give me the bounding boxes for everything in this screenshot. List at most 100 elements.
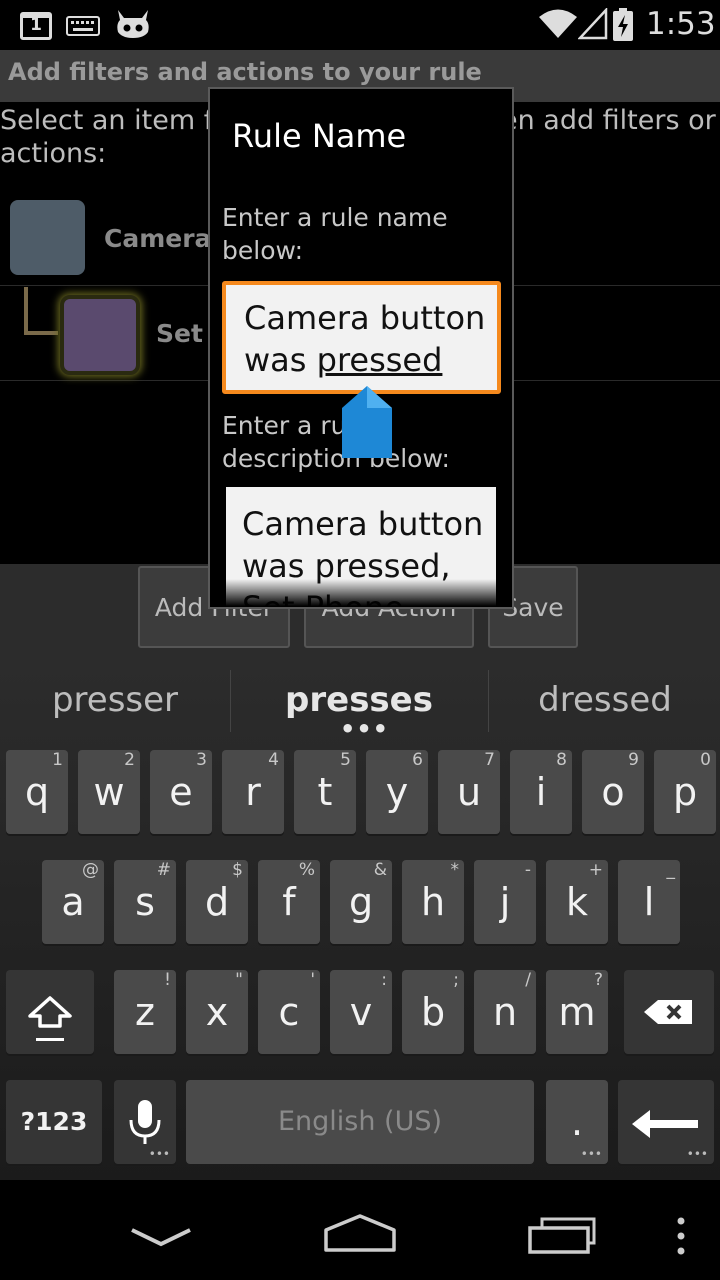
key-q[interactable]: 1q (6, 750, 68, 834)
key-u[interactable]: 7u (438, 750, 500, 834)
key-m[interactable]: ? m (546, 970, 608, 1054)
key-hint: 0 (700, 750, 711, 770)
keyboard-icon (66, 16, 100, 36)
key-hint: 4 (268, 750, 279, 770)
key-a[interactable]: @ a (42, 860, 104, 944)
calendar-day: 1 (30, 15, 42, 35)
suggestion-1[interactable]: presser (0, 680, 230, 720)
key-y[interactable]: 6y (366, 750, 428, 834)
dialog-title: Rule Name (232, 117, 407, 155)
key-hint: ' (310, 970, 315, 990)
key-label: f (282, 880, 296, 924)
key-r[interactable]: 4r (222, 750, 284, 834)
key-c[interactable]: ' c (258, 970, 320, 1054)
key-t[interactable]: 5t (294, 750, 356, 834)
key-e[interactable]: 3e (150, 750, 212, 834)
page-title: Add filters and actions to your rule (8, 58, 482, 86)
back-icon[interactable] (128, 1222, 194, 1252)
key-b[interactable]: ; b (402, 970, 464, 1054)
delete-key[interactable] (624, 970, 714, 1054)
key-d[interactable]: $ d (186, 860, 248, 944)
key-hint: 6 (412, 750, 423, 770)
key-hint: 5 (340, 750, 351, 770)
more-indicator: ••• (580, 1147, 602, 1161)
key-v[interactable]: :v (330, 970, 392, 1054)
key-label: m (558, 990, 596, 1034)
more-suggestions-icon[interactable]: ••• (340, 715, 389, 743)
symbols-key[interactable]: ?123 (6, 1080, 102, 1164)
key-g[interactable]: & g (330, 860, 392, 944)
key-x[interactable]: " x (186, 970, 248, 1054)
cyanogen-robot-icon (117, 10, 149, 38)
key-label: p (672, 770, 698, 814)
key-hint: _ (666, 860, 676, 880)
key-hint: 1 (52, 750, 63, 770)
suggestion-divider (488, 670, 489, 732)
key-i[interactable]: 8i (510, 750, 572, 834)
key-label: s (135, 880, 155, 924)
enter-key[interactable]: ••• (618, 1080, 714, 1164)
more-indicator: ••• (686, 1147, 708, 1161)
period-label: . (570, 1100, 584, 1144)
space-key[interactable]: English (US) (186, 1080, 534, 1164)
tree-connector (24, 287, 58, 335)
key-label: w (93, 770, 125, 814)
battery-charging-icon (613, 8, 633, 41)
key-k[interactable]: + k (546, 860, 608, 944)
calendar-icon: 1 (20, 12, 52, 40)
key-label: b (420, 990, 446, 1034)
key-label: g (348, 880, 374, 924)
status-bar: 1 1:53 (0, 0, 720, 50)
key-hint: + (588, 860, 603, 880)
signal-icon (578, 8, 608, 40)
key-n[interactable]: / n (474, 970, 536, 1054)
shift-icon (28, 996, 72, 1041)
shift-key[interactable] (6, 970, 94, 1054)
key-label: x (205, 990, 229, 1034)
key-hint: * (450, 860, 460, 880)
key-label: n (492, 990, 518, 1034)
key-hint: # (156, 860, 171, 880)
key-hint: ; (453, 970, 459, 990)
key-label: i (535, 770, 547, 814)
key-p[interactable]: 0p (654, 750, 716, 834)
wifi-icon (539, 9, 577, 38)
key-hint: - (524, 860, 531, 880)
key-label: k (565, 880, 588, 924)
key-label: v (349, 990, 373, 1034)
key-s[interactable]: # s (114, 860, 176, 944)
home-icon[interactable] (322, 1212, 398, 1256)
key-hint: / (525, 970, 531, 990)
key-hint: @ (82, 860, 99, 880)
key-w[interactable]: 2w (78, 750, 140, 834)
recent-apps-icon[interactable] (526, 1216, 598, 1256)
key-hint: ? (593, 970, 603, 990)
menu-icon[interactable] (674, 1216, 688, 1256)
key-l[interactable]: _ l (618, 860, 680, 944)
voice-input-key[interactable]: ••• (114, 1080, 176, 1164)
key-z[interactable]: ! z (114, 970, 176, 1054)
backspace-icon (644, 1000, 692, 1024)
key-label: j (499, 880, 511, 924)
rule-icon (10, 200, 85, 275)
key-hint: ! (164, 970, 171, 990)
key-h[interactable]: * h (402, 860, 464, 944)
key-hint: $ (232, 860, 243, 880)
text-cursor-handle[interactable] (342, 386, 392, 458)
key-hint: 7 (484, 750, 495, 770)
key-f[interactable]: % f (258, 860, 320, 944)
suggestion-3[interactable]: dressed (490, 680, 720, 720)
key-o[interactable]: 9o (582, 750, 644, 834)
period-key[interactable]: . ••• (546, 1080, 608, 1164)
clock: 1:53 (646, 6, 716, 42)
key-hint: & (373, 860, 387, 880)
key-label: l (643, 880, 655, 924)
key-j[interactable]: -j (474, 860, 536, 944)
key-label: z (135, 990, 155, 1034)
rule-name-input[interactable]: Camera button was pressed (222, 281, 501, 394)
rule-name-composing-word: pressed (316, 341, 443, 379)
suggestion-2[interactable]: presses (244, 680, 474, 720)
key-label: a (61, 880, 85, 924)
key-label: o (601, 770, 625, 814)
key-hint: 9 (628, 750, 639, 770)
